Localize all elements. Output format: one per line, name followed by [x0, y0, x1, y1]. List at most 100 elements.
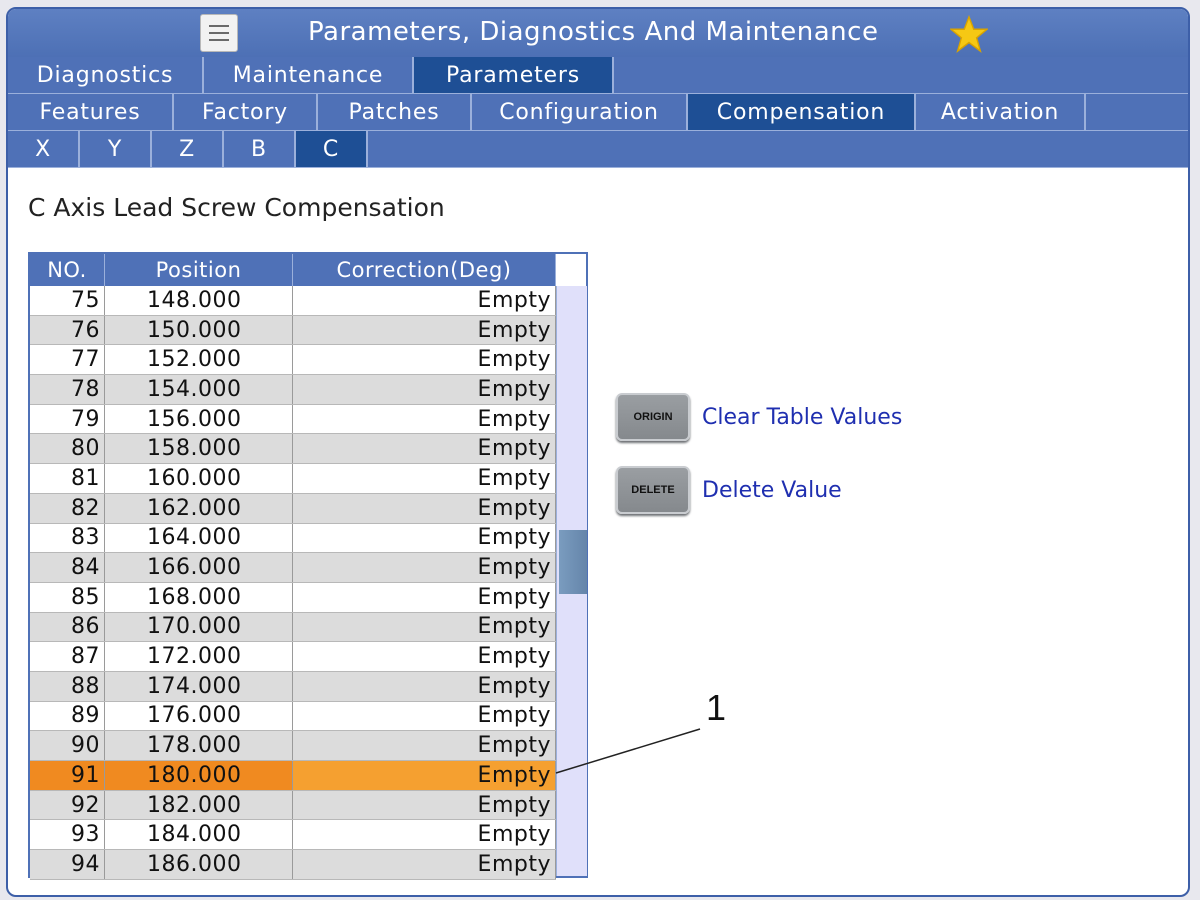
tab-axis-x[interactable]: X: [8, 131, 80, 167]
cell-correction: Empty: [293, 345, 556, 375]
cell-correction: Empty: [293, 671, 556, 701]
table-row[interactable]: 87 172.000 Empty: [30, 642, 556, 672]
cell-no: 93: [30, 820, 105, 850]
cell-position: 182.000: [105, 790, 293, 820]
table-row[interactable]: 79 156.000 Empty: [30, 404, 556, 435]
cell-no: 84: [30, 553, 105, 582]
cell-no: 83: [30, 523, 105, 553]
cell-position: 164.000: [105, 523, 293, 553]
tab-patches[interactable]: Patches: [318, 94, 472, 130]
cell-correction: Empty: [293, 582, 556, 612]
cell-correction: Empty: [293, 404, 556, 434]
cell-correction: Empty: [293, 820, 556, 850]
table-row-selected[interactable]: 91 180.000 Empty: [30, 761, 556, 791]
table-row[interactable]: 85 168.000 Empty: [30, 582, 556, 613]
hamburger-menu-icon[interactable]: [200, 14, 238, 52]
cell-no: 88: [30, 671, 105, 701]
cell-no: 81: [30, 464, 105, 493]
delete-key-button[interactable]: DELETE: [616, 466, 690, 514]
cell-position: 158.000: [105, 434, 293, 464]
cell-position: 176.000: [105, 701, 293, 731]
cell-correction: Empty: [293, 523, 556, 553]
table-row[interactable]: 90 178.000 Empty: [30, 731, 556, 761]
tab-compensation[interactable]: Compensation: [688, 94, 916, 130]
origin-key-button[interactable]: ORIGIN: [616, 393, 690, 441]
table-row[interactable]: 84 166.000 Empty: [30, 553, 556, 583]
cell-position: 150.000: [105, 315, 293, 345]
cell-correction: Empty: [293, 553, 556, 582]
star-icon[interactable]: [950, 15, 988, 53]
cell-correction: Empty: [293, 850, 556, 879]
tab-activation[interactable]: Activation: [916, 94, 1086, 130]
cell-no: 75: [30, 286, 105, 315]
delete-value-action[interactable]: DELETE Delete Value: [616, 466, 842, 514]
table-row[interactable]: 78 154.000 Empty: [30, 375, 556, 405]
page-title: C Axis Lead Screw Compensation: [28, 193, 445, 222]
cell-correction: Empty: [293, 731, 556, 760]
cell-no: 90: [30, 731, 105, 760]
cell-no: 80: [30, 434, 105, 464]
cell-correction: Empty: [293, 642, 556, 671]
tab-diagnostics[interactable]: Diagnostics: [8, 57, 204, 93]
column-header-position[interactable]: Position: [105, 254, 293, 286]
table-row[interactable]: 89 176.000 Empty: [30, 701, 556, 732]
table-row[interactable]: 82 162.000 Empty: [30, 493, 556, 524]
title-bar: Parameters, Diagnostics And Maintenance: [8, 9, 1188, 58]
table-row[interactable]: 77 152.000 Empty: [30, 345, 556, 376]
tab-factory[interactable]: Factory: [174, 94, 318, 130]
tab-maintenance[interactable]: Maintenance: [204, 57, 414, 93]
cell-no: 77: [30, 345, 105, 375]
tab-axis-c[interactable]: C: [296, 131, 368, 167]
table-row[interactable]: 92 182.000 Empty: [30, 790, 556, 821]
tab-parameters[interactable]: Parameters: [414, 57, 614, 93]
cell-correction: Empty: [293, 375, 556, 404]
tabs-axis: XYZBC: [8, 131, 1188, 168]
table-row[interactable]: 81 160.000 Empty: [30, 464, 556, 494]
cell-no: 94: [30, 850, 105, 879]
cell-no: 78: [30, 375, 105, 404]
cell-position: 152.000: [105, 345, 293, 375]
cell-position: 184.000: [105, 820, 293, 850]
vertical-scrollbar[interactable]: [556, 286, 587, 876]
parameters-window: Parameters, Diagnostics And Maintenance …: [6, 7, 1190, 897]
cell-position: 170.000: [105, 612, 293, 642]
table-row[interactable]: 75 148.000 Empty: [30, 286, 556, 316]
cell-correction: Empty: [293, 612, 556, 642]
tab-configuration[interactable]: Configuration: [472, 94, 688, 130]
cell-no: 85: [30, 582, 105, 612]
window-title: Parameters, Diagnostics And Maintenance: [308, 17, 879, 47]
tab-axis-y[interactable]: Y: [80, 131, 152, 167]
table-row[interactable]: 86 170.000 Empty: [30, 612, 556, 643]
tab-features[interactable]: Features: [8, 94, 174, 130]
cell-position: 178.000: [105, 731, 293, 760]
cell-no: 76: [30, 315, 105, 345]
cell-correction: Empty: [293, 464, 556, 493]
table-body: 75 148.000 Empty 76 150.000 Empty 77 152.000 Emp…: [30, 286, 556, 880]
table-row[interactable]: 83 164.000 Empty: [30, 523, 556, 554]
cell-no: 91: [30, 761, 105, 790]
cell-position: 180.000: [105, 761, 293, 790]
cell-correction: Empty: [293, 790, 556, 820]
table-row[interactable]: 80 158.000 Empty: [30, 434, 556, 465]
cell-position: 186.000: [105, 850, 293, 879]
cell-position: 162.000: [105, 493, 293, 523]
table-row[interactable]: 94 186.000 Empty: [30, 850, 556, 880]
scrollbar-header: [556, 254, 586, 286]
column-header-no[interactable]: NO.: [30, 254, 105, 286]
table-row[interactable]: 76 150.000 Empty: [30, 315, 556, 346]
scrollbar-thumb[interactable]: [559, 530, 587, 594]
tab-axis-z[interactable]: Z: [152, 131, 224, 167]
cell-correction: Empty: [293, 761, 556, 790]
cell-position: 154.000: [105, 375, 293, 404]
table-row[interactable]: 88 174.000 Empty: [30, 671, 556, 702]
compensation-table: NO. Position Correction(Deg) 75 148.000 Em…: [28, 252, 588, 880]
cell-no: 89: [30, 701, 105, 731]
cell-position: 168.000: [105, 582, 293, 612]
clear-table-values-action[interactable]: ORIGIN Clear Table Values: [616, 393, 902, 441]
cell-no: 86: [30, 612, 105, 642]
column-header-correction[interactable]: Correction(Deg): [293, 254, 556, 286]
table-row[interactable]: 93 184.000 Empty: [30, 820, 556, 851]
cell-position: 160.000: [105, 464, 293, 493]
tab-axis-b[interactable]: B: [224, 131, 296, 167]
cell-correction: Empty: [293, 315, 556, 345]
